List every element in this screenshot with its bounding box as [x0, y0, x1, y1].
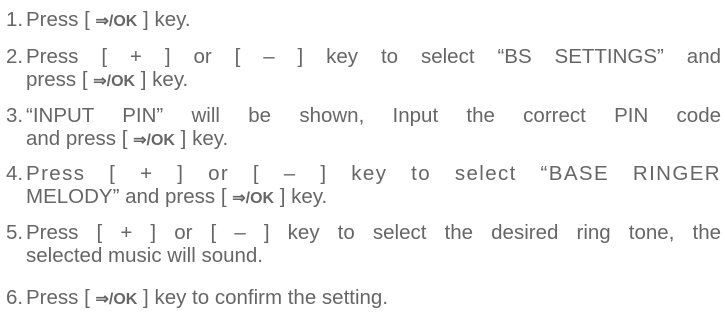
text-segment: ] key.	[137, 8, 191, 31]
text-segment: ] key.	[274, 185, 328, 208]
step-text: Press [ + ] or [ – ] key to select “BASE…	[26, 162, 721, 210]
step-number: 1.	[6, 8, 24, 31]
step-line: and press [ ⇒/OK ] key.	[26, 127, 721, 152]
step-line: Press [ + ] or [ – ] key to select “BS S…	[26, 45, 721, 68]
enter-ok-key-icon: ⇒/OK	[95, 13, 138, 30]
step-text: Press [ + ] or [ – ] key to select “BS S…	[26, 45, 721, 93]
enter-ok-key-icon: ⇒/OK	[95, 291, 138, 308]
step-line: MELODY” and press [ ⇒/OK ] key.	[26, 185, 721, 210]
text-segment: ] key to confirm the setting.	[137, 286, 389, 309]
step-number: 2.	[6, 45, 24, 68]
step-number: 3.	[6, 104, 24, 127]
text-segment: MELODY” and press [	[26, 185, 233, 208]
step-number: 4.	[6, 162, 24, 185]
text-segment: press [	[26, 68, 94, 91]
step-text: “INPUT PIN” will be shown, Input the cor…	[26, 104, 721, 152]
step-line: Press [ + ] or [ – ] key to select the d…	[26, 221, 721, 244]
text-segment: ] key.	[135, 68, 189, 91]
step-line: Press [ + ] or [ – ] key to select “BASE…	[26, 162, 721, 185]
step-line: selected music will sound.	[26, 244, 263, 267]
step-number: 6.	[6, 286, 24, 309]
step-line: press [ ⇒/OK ] key.	[26, 68, 721, 93]
text-segment: and press [	[26, 127, 134, 150]
enter-ok-key-icon: ⇒/OK	[133, 132, 175, 149]
step-text: Press [ ⇒/OK ] key to confirm the settin…	[26, 286, 721, 311]
step-line: Press [ ⇒/OK ] key.	[26, 8, 721, 33]
step-text: Press [ ⇒/OK ] key.	[26, 8, 721, 33]
step-number: 5.	[6, 221, 24, 244]
enter-ok-key-icon: ⇒/OK	[232, 190, 275, 207]
text-segment: Press [	[26, 8, 96, 31]
enter-ok-key-icon: ⇒/OK	[93, 73, 136, 90]
text-segment: Press [	[26, 286, 96, 309]
step-line: “INPUT PIN” will be shown, Input the cor…	[26, 104, 721, 127]
step-line: Press [ ⇒/OK ] key to confirm the settin…	[26, 286, 721, 311]
text-segment: ] key.	[174, 127, 229, 150]
step-text: Press [ + ] or [ – ] key to select the d…	[26, 221, 721, 267]
